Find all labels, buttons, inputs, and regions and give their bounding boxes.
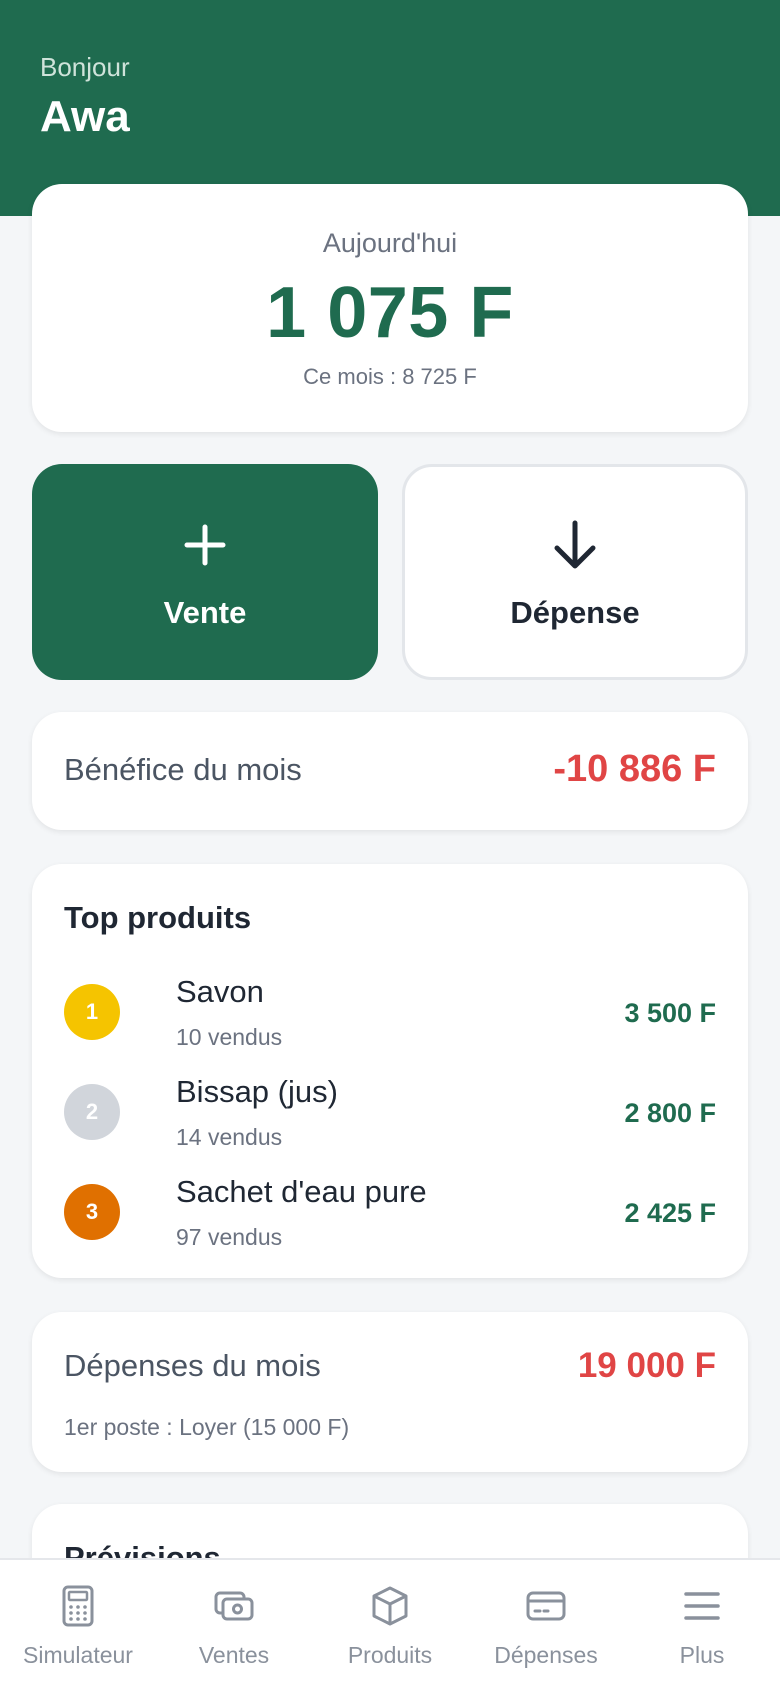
profit-label: Bénéfice du mois <box>64 752 302 787</box>
expenses-label: Dépenses du mois <box>64 1348 321 1383</box>
nav-label: Ventes <box>198 1642 270 1668</box>
nav-label: Produits <box>347 1642 433 1668</box>
profit-card[interactable]: Bénéfice du mois -10 886 F <box>32 712 748 830</box>
product-sold-count: 97 vendus <box>176 1224 283 1250</box>
nav-item-ventes[interactable]: Ventes <box>156 1560 312 1688</box>
nav-item-depenses[interactable]: Dépenses <box>468 1560 624 1688</box>
product-name: Savon <box>176 974 264 1009</box>
user-name: Awa <box>40 92 130 141</box>
product-row[interactable]: 3 Sachet d'eau pure 97 vendus 2 425 F <box>64 1174 716 1254</box>
nav-item-produits[interactable]: Produits <box>312 1560 468 1688</box>
product-sold-count: 10 vendus <box>176 1024 283 1050</box>
today-card: Aujourd'hui 1 075 F Ce mois : 8 725 F <box>32 184 748 432</box>
product-name: Sachet d'eau pure <box>176 1174 427 1209</box>
expense-button-label: Dépense <box>510 595 640 630</box>
nav-label: Dépenses <box>494 1642 598 1668</box>
nav-label: Simulateur <box>23 1642 133 1668</box>
rank-badge: 2 <box>64 1084 120 1140</box>
today-amount: 1 075 F <box>266 273 514 353</box>
top-expense-item: 1er poste : Loyer (15 000 F) <box>64 1414 350 1440</box>
menu-icon <box>684 1592 720 1620</box>
nav-label: Plus <box>679 1642 725 1668</box>
add-expense-button[interactable]: Dépense <box>402 464 748 680</box>
plus-icon <box>184 524 226 566</box>
card-icon <box>526 1591 566 1621</box>
top-products-card: Top produits 1 Savon 10 vendus 3 500 F 2… <box>32 864 748 1278</box>
nav-item-plus[interactable]: Plus <box>624 1560 780 1688</box>
expenses-card[interactable]: Dépenses du mois 19 000 F 1er poste : Lo… <box>32 1312 748 1472</box>
product-amount: 3 500 F <box>624 998 716 1028</box>
product-amount: 2 425 F <box>624 1198 716 1228</box>
arrow-down-icon <box>554 520 596 569</box>
top-products-title: Top produits <box>64 900 252 935</box>
rank-badge: 1 <box>64 984 120 1040</box>
cash-icon <box>214 1591 254 1621</box>
product-sold-count: 14 vendus <box>176 1124 283 1150</box>
nav-item-simulateur[interactable]: Simulateur <box>0 1560 156 1688</box>
rank-badge: 3 <box>64 1184 120 1240</box>
month-total: Ce mois : 8 725 F <box>303 364 477 389</box>
today-label: Aujourd'hui <box>322 228 458 258</box>
calculator-icon <box>62 1585 94 1627</box>
profit-value: -10 886 F <box>553 748 716 790</box>
add-sale-button[interactable]: Vente <box>32 464 378 680</box>
box-icon <box>372 1586 408 1626</box>
product-row[interactable]: 2 Bissap (jus) 14 vendus 2 800 F <box>64 1074 716 1154</box>
product-row[interactable]: 1 Savon 10 vendus 3 500 F <box>64 974 716 1054</box>
bottom-nav: Simulateur Ventes Produits Dépenses Plus <box>0 1558 780 1688</box>
sale-button-label: Vente <box>163 595 247 630</box>
product-amount: 2 800 F <box>624 1098 716 1128</box>
greeting: Bonjour <box>40 52 130 82</box>
expenses-value: 19 000 F <box>577 1346 716 1385</box>
product-name: Bissap (jus) <box>176 1074 338 1109</box>
